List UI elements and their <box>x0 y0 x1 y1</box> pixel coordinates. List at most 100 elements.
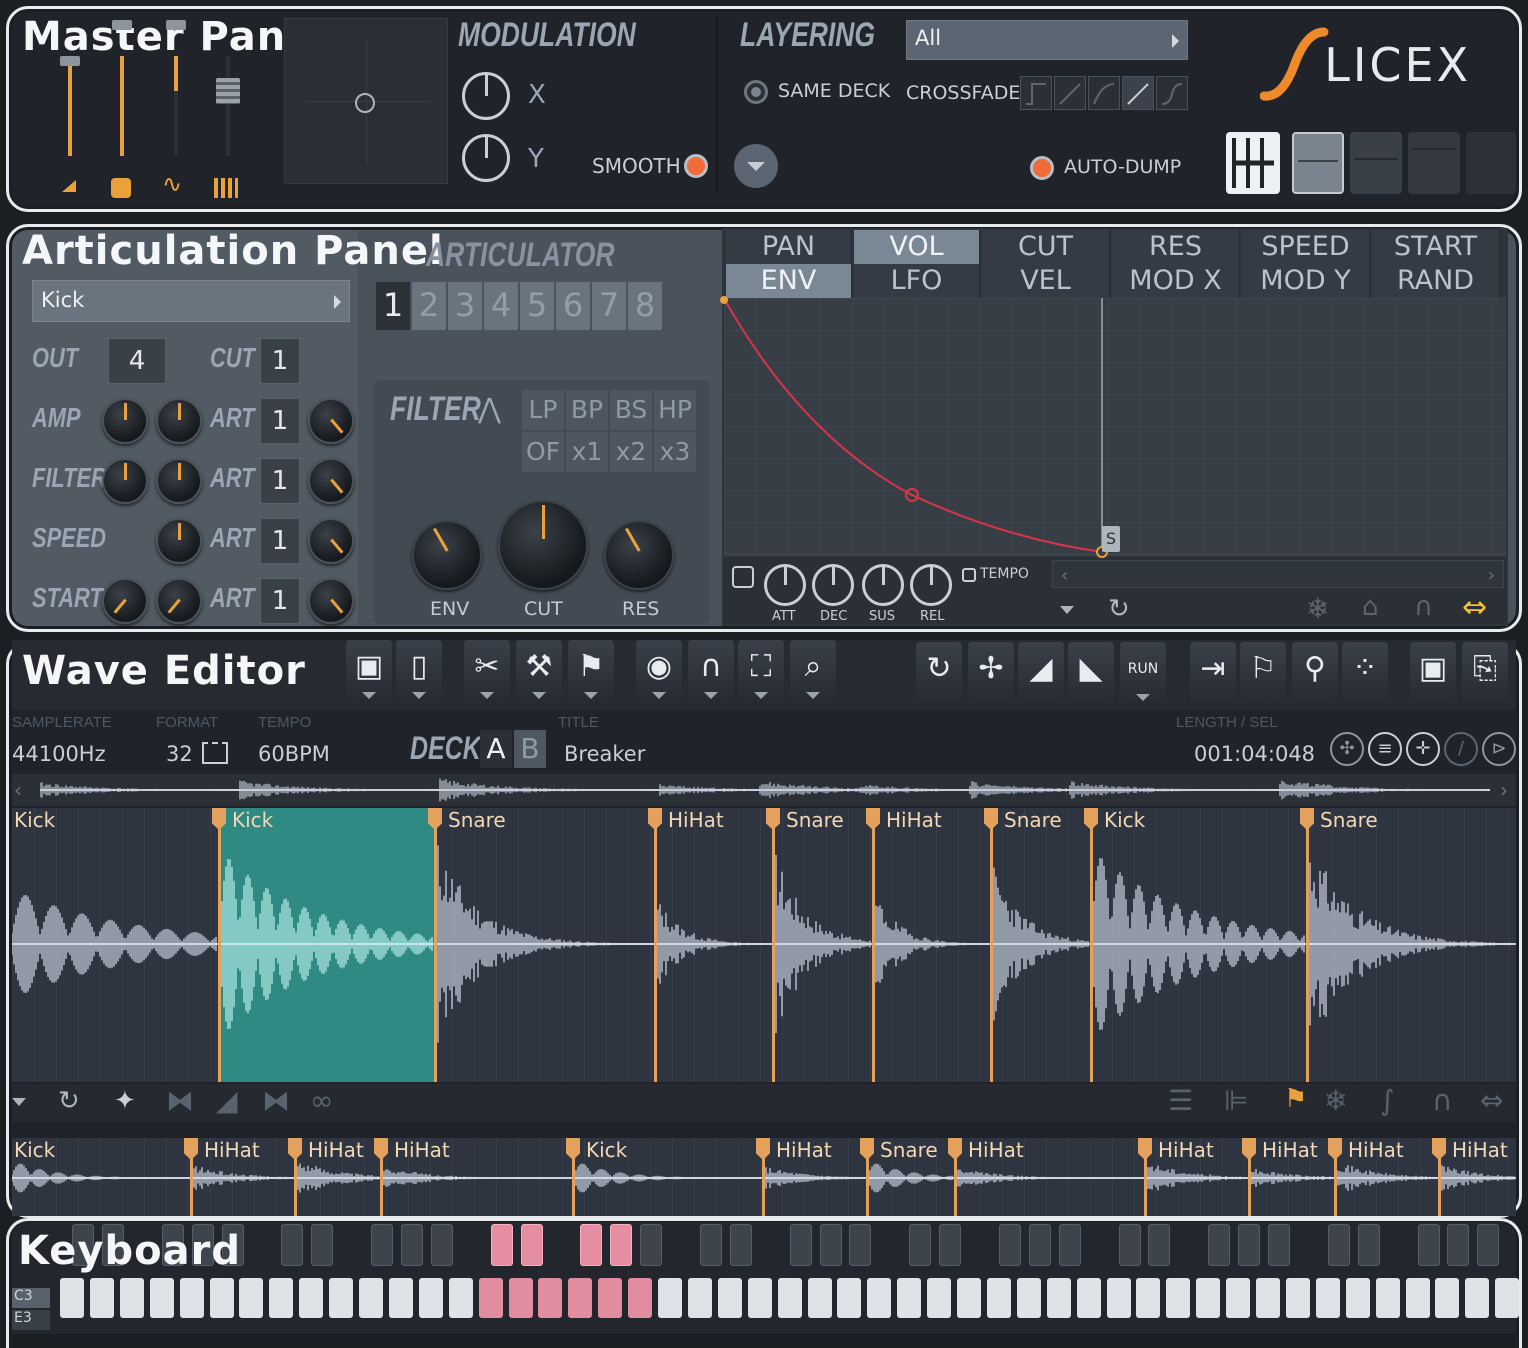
filter-mult-of[interactable]: OF <box>522 432 564 472</box>
white-key[interactable] <box>568 1278 593 1318</box>
start-art-knob[interactable] <box>308 578 354 624</box>
deck-b-button[interactable]: B <box>514 730 546 768</box>
fade-icon[interactable]: ◢ <box>216 1084 238 1117</box>
filter-env-knob[interactable] <box>412 520 482 590</box>
white-key[interactable] <box>538 1278 563 1318</box>
deck-b-marker-10[interactable] <box>1242 1138 1256 1216</box>
smooth-toggle[interactable] <box>684 154 708 178</box>
tab-pan[interactable]: PAN <box>726 230 852 264</box>
tab-lfo[interactable]: LFO <box>854 264 980 298</box>
speed-art-value[interactable]: 1 <box>260 518 300 564</box>
tab-env[interactable]: ENV <box>726 264 852 298</box>
stretch-icon[interactable]: ⇔ <box>1480 1084 1503 1117</box>
white-key[interactable] <box>1375 1278 1400 1318</box>
black-key[interactable] <box>640 1224 663 1266</box>
filter-mult-x3[interactable]: x3 <box>654 432 696 472</box>
filter-mult-x1[interactable]: x1 <box>566 432 608 472</box>
align-left-icon[interactable]: ☰ <box>1168 1084 1193 1117</box>
view-mode-grid-button[interactable] <box>1226 132 1280 194</box>
normalize-button[interactable]: ✢ <box>968 642 1014 704</box>
white-key[interactable] <box>209 1278 234 1318</box>
white-key[interactable] <box>687 1278 712 1318</box>
black-key[interactable] <box>849 1224 872 1266</box>
articulator-number-6[interactable]: 6 <box>556 282 590 330</box>
layer-dropdown-button[interactable] <box>734 144 778 188</box>
black-key[interactable] <box>490 1224 513 1266</box>
black-key[interactable] <box>909 1224 932 1266</box>
black-key[interactable] <box>1148 1224 1171 1266</box>
white-key[interactable] <box>837 1278 862 1318</box>
amp-art-knob[interactable] <box>308 398 354 444</box>
white-key[interactable] <box>329 1278 354 1318</box>
black-key[interactable] <box>1327 1224 1350 1266</box>
white-key[interactable] <box>508 1278 533 1318</box>
fade-out-button[interactable]: ◣ <box>1068 642 1114 704</box>
black-key[interactable] <box>430 1224 453 1266</box>
white-key[interactable] <box>807 1278 832 1318</box>
black-key[interactable] <box>580 1224 603 1266</box>
black-key[interactable] <box>1417 1224 1440 1266</box>
deck-b-marker-7[interactable] <box>860 1138 874 1216</box>
loop-icon[interactable]: ↻ <box>58 1086 80 1116</box>
white-key[interactable] <box>1315 1278 1340 1318</box>
fader-4-cap[interactable] <box>216 78 240 104</box>
white-key[interactable] <box>60 1278 84 1318</box>
black-key[interactable] <box>939 1224 962 1266</box>
envelope-start-point[interactable] <box>720 296 728 304</box>
black-key[interactable] <box>819 1224 842 1266</box>
start-art-value[interactable]: 1 <box>260 578 300 624</box>
black-key[interactable] <box>371 1224 393 1266</box>
next-slice-icon[interactable]: ⧓ <box>262 1084 290 1117</box>
freeze-icon[interactable]: ❄ <box>1324 1084 1347 1117</box>
magnet-icon[interactable]: ∩ <box>1414 592 1433 622</box>
run-script-button[interactable]: RUN <box>1120 642 1166 704</box>
chevron-right-icon[interactable]: › <box>1488 565 1495 586</box>
snowflake-icon[interactable]: ❄ <box>1306 592 1329 625</box>
slice-marker-3[interactable] <box>428 808 442 1082</box>
marker-flag-icon[interactable]: ⚑ <box>1284 1084 1307 1114</box>
white-key[interactable] <box>927 1278 952 1318</box>
white-key[interactable] <box>1196 1278 1221 1318</box>
wave-shape-icon[interactable]: ∿ <box>162 172 182 196</box>
export-slice-button[interactable]: ⇥ <box>1190 642 1236 704</box>
white-key[interactable] <box>717 1278 742 1318</box>
view-mode-5-button[interactable] <box>1466 132 1516 194</box>
xy-pad-handle[interactable] <box>355 93 375 113</box>
mode-icon-1[interactable]: ✣ <box>1330 732 1364 766</box>
view-mode-2-button[interactable] <box>1292 132 1344 194</box>
filter-res-knob[interactable] <box>604 520 674 590</box>
black-key[interactable] <box>1268 1224 1290 1266</box>
add-marker-icon[interactable]: ✦ <box>114 1086 136 1116</box>
dump-to-score-button[interactable]: ⎘ <box>1462 642 1508 704</box>
speed-art-knob[interactable] <box>308 518 354 564</box>
white-key[interactable] <box>388 1278 413 1318</box>
save-button[interactable]: ▣ <box>346 640 392 702</box>
deck-b-marker-6[interactable] <box>756 1138 770 1216</box>
white-key[interactable] <box>478 1278 503 1318</box>
white-key[interactable] <box>1076 1278 1101 1318</box>
filter-knob-1[interactable] <box>102 458 148 504</box>
white-key[interactable] <box>448 1278 473 1318</box>
randomize-button[interactable]: ⁘ <box>1342 642 1388 704</box>
save-dump-button[interactable]: ▣ <box>1410 642 1456 704</box>
dice-icon[interactable] <box>111 178 131 198</box>
black-key[interactable] <box>400 1224 423 1266</box>
articulator-number-4[interactable]: 4 <box>484 282 518 330</box>
reset-icon[interactable]: ↻ <box>1108 594 1130 624</box>
fader-3[interactable] <box>174 56 178 156</box>
fade-in-button[interactable]: ◢ <box>1018 642 1064 704</box>
articulator-number-5[interactable]: 5 <box>520 282 554 330</box>
white-key[interactable] <box>1166 1278 1191 1318</box>
white-key[interactable] <box>897 1278 922 1318</box>
out-value[interactable]: 4 <box>108 338 166 384</box>
chevron-left-icon[interactable]: ‹ <box>1061 565 1068 586</box>
white-key[interactable] <box>1285 1278 1310 1318</box>
tab-speed[interactable]: SPEED <box>1242 230 1370 264</box>
tab-vel[interactable]: VEL <box>982 264 1110 298</box>
mode-icon-3[interactable]: ✛ <box>1406 732 1440 766</box>
cut-tool-button[interactable]: ✂ <box>464 640 510 702</box>
articulator-number-1[interactable]: 1 <box>376 282 410 330</box>
tab-cut[interactable]: CUT <box>982 230 1110 264</box>
deck-b-marker-12[interactable] <box>1432 1138 1446 1216</box>
black-key[interactable] <box>1238 1224 1261 1266</box>
